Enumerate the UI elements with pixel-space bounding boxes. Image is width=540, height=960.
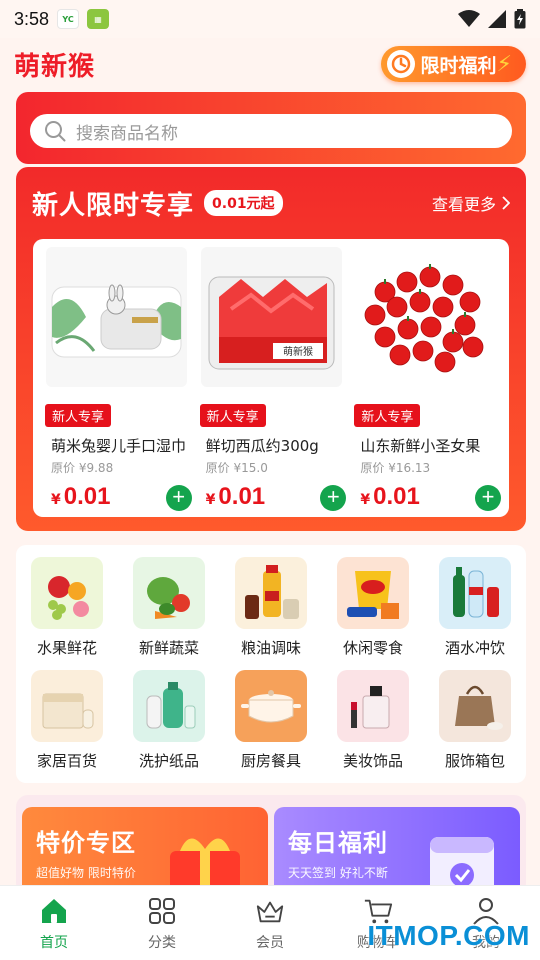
product-card[interactable]: 新人专享 萌米兔婴儿手口湿巾 原价 ¥9.88 ¥0.01 +: [39, 247, 194, 511]
status-bar: 3:58 YC ▦: [0, 0, 540, 38]
tab-home[interactable]: 首页: [0, 886, 108, 960]
lightning-icon: ⚡: [496, 51, 512, 77]
category-label: 水果鲜花: [36, 639, 97, 657]
status-time: 3:58: [14, 8, 50, 29]
category-beauty-accessories[interactable]: 美妆饰品: [322, 670, 424, 783]
chevron-right-icon: [502, 196, 510, 210]
product-image-cherry-tomatoes: [355, 247, 497, 387]
product-original-price: 原价 ¥15.0: [205, 461, 268, 475]
grain-oil-icon: [235, 557, 307, 629]
status-indicators: [458, 9, 526, 29]
category-label: 新鲜蔬菜: [138, 639, 199, 657]
clock-icon: [386, 50, 415, 78]
category-home-goods[interactable]: 家居百货: [16, 670, 118, 783]
product-tag: 新人专享: [199, 404, 266, 427]
daily-benefit-banner[interactable]: 每日福利 天天签到 好礼不断: [274, 807, 520, 895]
add-to-cart-button[interactable]: +: [165, 485, 192, 511]
product-name: 山东新鲜小圣女果: [360, 437, 481, 455]
home-icon: [39, 896, 69, 926]
product-price: ¥0.01: [360, 483, 420, 510]
product-tag: 新人专享: [354, 404, 421, 427]
category-grain-oil[interactable]: 粮油调味: [220, 557, 322, 670]
tab-label: 会员: [256, 935, 284, 951]
product-name: 萌米兔婴儿手口湿巾: [51, 437, 187, 455]
view-more-link[interactable]: 查看更多: [432, 191, 510, 215]
signal-icon: [488, 10, 506, 28]
category-grid: 水果鲜花 新鲜蔬菜 粮油调味 休闲零食 酒水冲饮 家居百货 洗护纸品 厨房餐具 …: [16, 545, 526, 783]
home-goods-icon: [31, 670, 103, 742]
personal-care-icon: [133, 670, 205, 742]
drinks-icon: [439, 557, 511, 629]
svg-text:萌新猴: 萌新猴: [283, 345, 313, 358]
category-label: 服饰箱包: [444, 752, 505, 770]
category-label: 休闲零食: [342, 639, 403, 657]
tab-member[interactable]: 会员: [216, 886, 324, 960]
product-card[interactable]: 新人专享 山东新鲜小圣女果 原价 ¥16.13 ¥0.01 +: [348, 247, 503, 511]
limited-time-benefit-button[interactable]: 限时福利 ⚡: [380, 46, 526, 82]
search-panel: 搜索商品名称: [16, 92, 526, 164]
crown-icon: [255, 896, 285, 926]
special-offer-banner[interactable]: 特价专区 超值好物 限时特价: [22, 807, 268, 895]
category-personal-care[interactable]: 洗护纸品: [118, 670, 220, 783]
wifi-icon: [458, 10, 480, 27]
promo-banners: 特价专区 超值好物 限时特价 每日福利 天天签到 好礼不断: [16, 795, 526, 895]
product-original-price: 原价 ¥9.88: [51, 461, 114, 475]
category-apparel-bags[interactable]: 服饰箱包: [424, 670, 526, 783]
notification-app-icon: YC: [57, 9, 80, 29]
category-label: 家居百货: [36, 752, 97, 770]
product-price: ¥0.01: [51, 483, 111, 510]
category-label: 厨房餐具: [240, 752, 301, 770]
search-placeholder: 搜索商品名称: [76, 123, 178, 144]
search-icon: [45, 121, 66, 142]
product-card[interactable]: 萌新猴 新人专享 鲜切西瓜约300g 原价 ¥15.0 ¥0.01 +: [194, 247, 349, 511]
product-name: 鲜切西瓜约300g: [205, 437, 319, 455]
category-kitchenware[interactable]: 厨房餐具: [220, 670, 322, 783]
fruits-flowers-icon: [31, 557, 103, 629]
grid-icon: [147, 896, 177, 926]
product-original-price: 原价 ¥16.13: [360, 461, 431, 475]
apparel-bags-icon: [439, 670, 511, 742]
vegetables-icon: [133, 557, 205, 629]
product-tag: 新人专享: [45, 404, 112, 427]
battery-icon: [514, 9, 526, 29]
price-from-badge: 0.01元起: [204, 190, 283, 216]
category-fruits-flowers[interactable]: 水果鲜花: [16, 557, 118, 670]
beauty-accessories-icon: [337, 670, 409, 742]
section-header: 新人限时专享 0.01元起 查看更多: [32, 167, 510, 239]
notification-app-icon-2: ▦: [87, 9, 110, 29]
category-vegetables[interactable]: 新鲜蔬菜: [118, 557, 220, 670]
tab-label: 首页: [40, 935, 68, 951]
category-label: 粮油调味: [240, 639, 301, 657]
snacks-icon: [337, 557, 409, 629]
category-drinks[interactable]: 酒水冲饮: [424, 557, 526, 670]
gift-box-icon: [170, 838, 240, 895]
category-label: 酒水冲饮: [444, 639, 505, 657]
view-more-label: 查看更多: [431, 195, 496, 214]
product-image-watermelon: 萌新猴: [200, 247, 342, 387]
category-snacks[interactable]: 休闲零食: [322, 557, 424, 670]
product-image-wipes: [45, 247, 187, 387]
promo-label: 限时福利: [420, 54, 497, 77]
header: 萌新猴 限时福利 ⚡: [0, 38, 540, 90]
add-to-cart-button[interactable]: +: [320, 485, 347, 511]
add-to-cart-button[interactable]: +: [475, 485, 502, 511]
kitchenware-icon: [235, 670, 307, 742]
newbie-exclusive-section: 新人限时专享 0.01元起 查看更多 新人专享 萌米兔婴儿手口湿巾 原价 ¥9.…: [16, 167, 526, 531]
watermark: ITMOP.COM: [367, 920, 530, 951]
category-label: 美妆饰品: [342, 752, 403, 770]
tab-label: 分类: [148, 935, 176, 951]
search-input[interactable]: 搜索商品名称: [30, 114, 512, 148]
section-title: 新人限时专享: [32, 190, 195, 221]
category-label: 洗护纸品: [138, 752, 199, 770]
tab-category[interactable]: 分类: [108, 886, 216, 960]
product-price: ¥0.01: [205, 483, 266, 510]
product-list: 新人专享 萌米兔婴儿手口湿巾 原价 ¥9.88 ¥0.01 + 萌新猴 新人专享…: [33, 239, 509, 517]
brand-title: 萌新猴: [14, 50, 96, 81]
